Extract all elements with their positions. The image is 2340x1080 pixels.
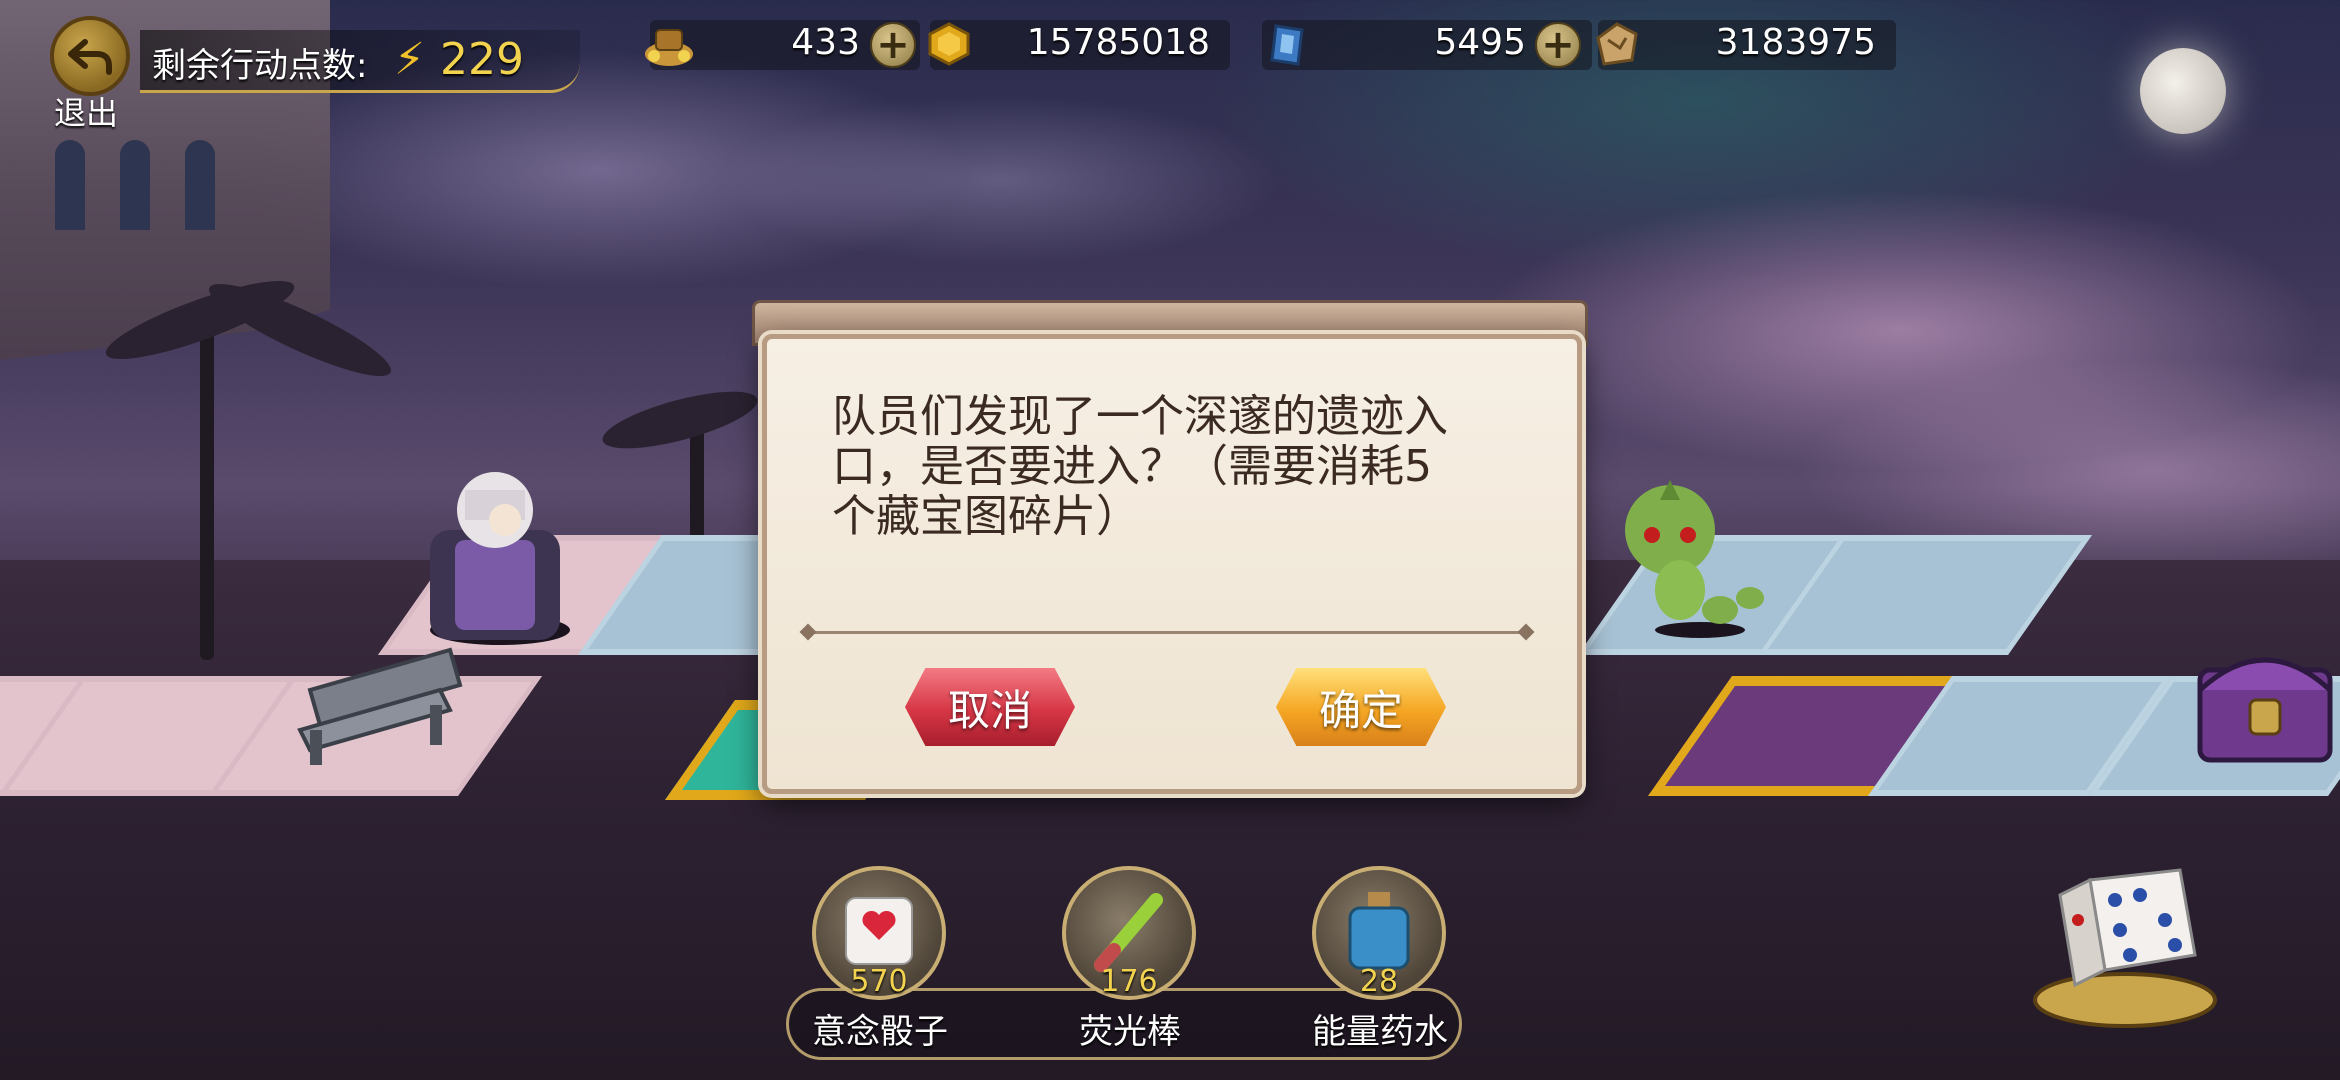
bench [297,647,463,765]
treasure-chest [2197,657,2333,763]
ruin-window [185,140,215,230]
item-name: 能量药水 [1312,1012,1448,1052]
resource-value: 3183975 [1715,22,1876,63]
hero-character [430,472,570,645]
treasure-pile-icon [645,29,693,66]
item-count: 28 [1359,964,1399,999]
back-arrow-icon [68,39,112,75]
add-crystal-button[interactable]: + [1535,22,1581,68]
add-treasure-button[interactable]: + [870,22,916,68]
resource-value: 15785018 [1026,22,1210,63]
resource-value: 433 [791,22,860,63]
dialog-message: 队员们发现了一个深邃的遗迹入口，是否要进入？（需要消耗5个藏宝图碎片） [832,391,1448,542]
dialog-divider [808,631,1528,634]
gold-coin-icon [928,22,970,66]
action-points-value: 229 [440,34,524,85]
item-name: 意念骰子 [812,1012,948,1052]
lightning-icon: ⚡ [394,34,425,85]
worm-monster [1625,480,1764,638]
roll-dice-button[interactable] [2030,860,2220,1030]
item-count: 570 [850,964,908,999]
ruin-window [120,140,150,230]
confirm-button[interactable]: 确定 [1276,668,1446,746]
cancel-button[interactable]: 取消 [905,668,1075,746]
action-points-label: 剩余行动点数: [152,46,368,86]
blue-crystal-icon [1270,24,1304,66]
ruin-window [55,140,85,230]
item-count: 176 [1100,964,1158,999]
map-fragment-icon [1596,22,1638,66]
exit-button[interactable] [50,16,130,96]
item-name: 荧光棒 [1079,1012,1181,1052]
palm-tree [200,330,214,660]
resource-value: 5495 [1434,22,1526,63]
exit-label: 退出 [54,94,119,132]
moon [2140,48,2226,134]
